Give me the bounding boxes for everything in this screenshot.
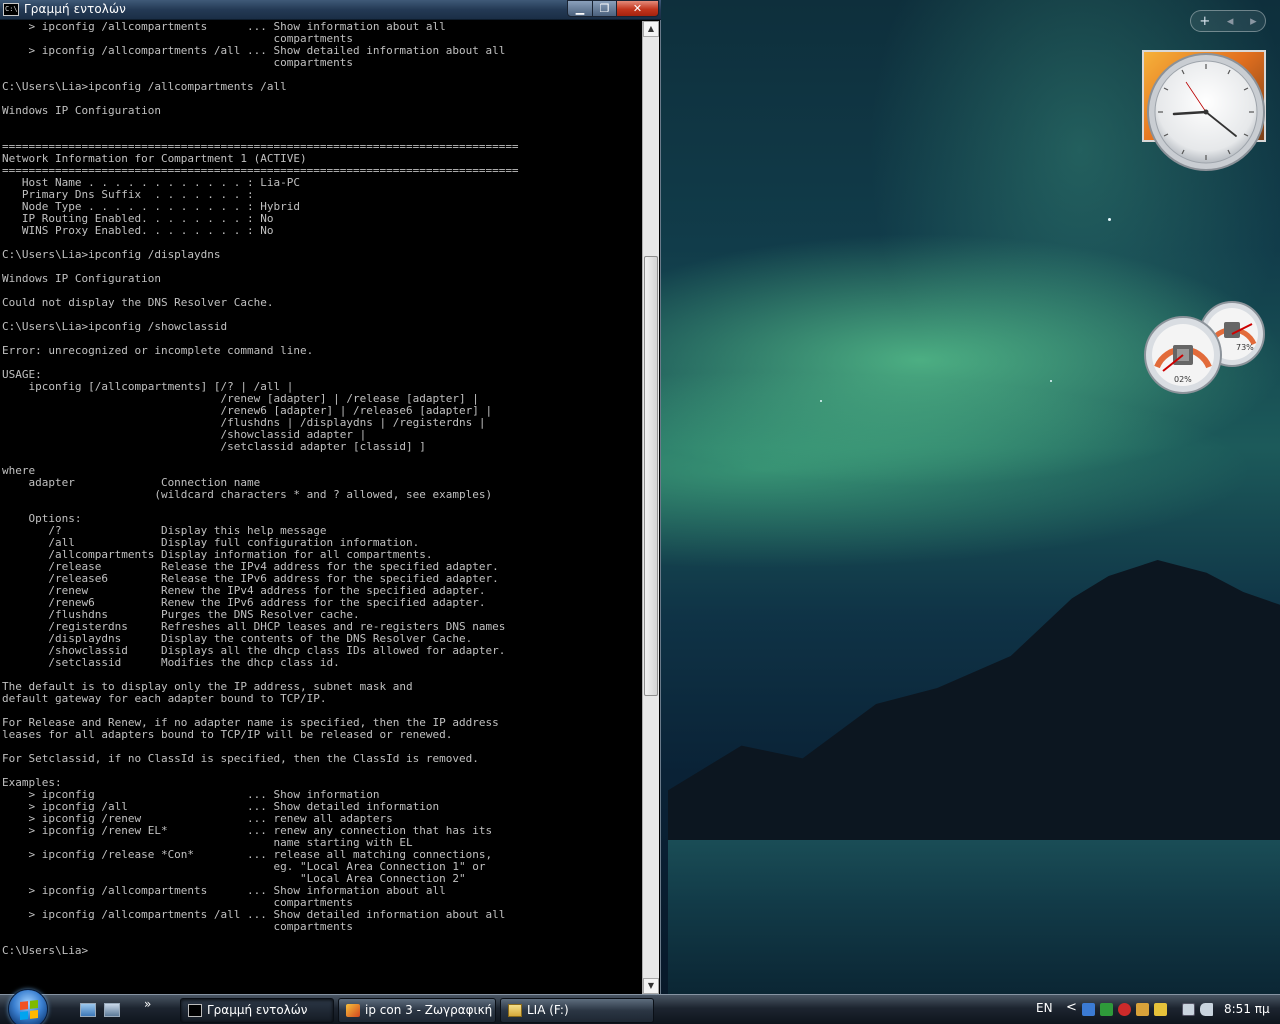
scroll-up-arrow-icon[interactable]: ▲ xyxy=(643,21,659,37)
shield-icon[interactable] xyxy=(1082,1003,1095,1016)
scroll-down-arrow-icon[interactable]: ▼ xyxy=(643,978,659,994)
messenger-icon[interactable] xyxy=(1154,1003,1167,1016)
console-line: compartments xyxy=(2,920,353,933)
start-button[interactable] xyxy=(8,989,48,1024)
windows-logo-icon xyxy=(20,1000,38,1020)
sidebar-add-button[interactable]: + xyxy=(1199,14,1210,29)
console-line: leases for all adapters bound to TCP/IP … xyxy=(2,728,453,741)
network-status-icon[interactable] xyxy=(1100,1003,1113,1016)
maximize-button[interactable]: ❐ xyxy=(592,0,617,17)
sidebar-prev-button[interactable]: ◂ xyxy=(1227,14,1234,29)
sidebar-next-button[interactable]: ▸ xyxy=(1250,14,1257,29)
console-line: compartments xyxy=(2,56,353,69)
cmd-icon xyxy=(188,1004,202,1017)
lake-reflection xyxy=(668,840,1280,994)
console-line: C:\Users\Lia>ipconfig /showclassid xyxy=(2,320,228,333)
taskbar-button-command-prompt[interactable]: Γραμμή εντολών xyxy=(180,998,334,1023)
taskbar-button-drive-f[interactable]: LIA (F:) xyxy=(500,998,654,1023)
console-line: C:\Users\Lia>ipconfig /allcompartments /… xyxy=(2,80,287,93)
taskbar-button-label: Γραμμή εντολών xyxy=(207,1003,308,1017)
taskbar-clock[interactable]: 8:51 πμ xyxy=(1224,1002,1270,1016)
security-alert-icon[interactable] xyxy=(1118,1003,1131,1016)
mountain-silhouette xyxy=(668,560,1280,880)
taskbar-button-paint[interactable]: ip con 3 - Ζωγραφική xyxy=(338,998,496,1023)
console-line: Could not display the DNS Resolver Cache… xyxy=(2,296,274,309)
console-output[interactable]: > ipconfig /allcompartments ... Show inf… xyxy=(2,21,642,994)
taskbar-button-label: LIA (F:) xyxy=(527,1003,569,1017)
console-line: /setclassid adapter [classid] ] xyxy=(2,440,426,453)
folder-icon xyxy=(508,1004,522,1017)
console-line: C:\Users\Lia>ipconfig /displaydns xyxy=(2,248,221,261)
volume-icon[interactable] xyxy=(1200,1003,1213,1016)
minimize-button[interactable]: ▁ xyxy=(567,0,593,17)
network-icon[interactable] xyxy=(1182,1003,1195,1016)
taskbar-button-label: ip con 3 - Ζωγραφική xyxy=(365,1003,493,1017)
console-line: Windows IP Configuration xyxy=(2,272,161,285)
window-titlebar[interactable]: C:\ Γραμμή εντολών ▁ ❐ ✕ xyxy=(0,0,661,20)
console-line: Windows IP Configuration xyxy=(2,104,161,117)
paint-icon xyxy=(346,1004,360,1017)
window-title: Γραμμή εντολών xyxy=(24,2,126,16)
language-indicator[interactable]: EN xyxy=(1036,1001,1053,1015)
cpu-percent: 02% xyxy=(1174,375,1192,384)
console-app-icon[interactable]: C:\ xyxy=(3,3,19,16)
console-line: default gateway for each adapter bound t… xyxy=(2,692,327,705)
quick-launch-more-button[interactable]: » xyxy=(144,997,151,1011)
app-tray-icon[interactable] xyxy=(1136,1003,1149,1016)
star xyxy=(1108,218,1111,221)
vertical-scrollbar[interactable]: ▲ ▼ xyxy=(642,21,659,994)
cpu-meter-gadget[interactable]: 02% xyxy=(1143,315,1223,395)
close-button[interactable]: ✕ xyxy=(616,0,659,17)
console-line: WINS Proxy Enabled. . . . . . . . : No xyxy=(2,224,274,237)
star xyxy=(820,400,822,402)
show-desktop-icon[interactable] xyxy=(80,1003,96,1017)
memory-percent: 73% xyxy=(1236,343,1254,352)
switch-windows-icon[interactable] xyxy=(104,1003,120,1017)
show-hidden-icons-button[interactable]: < xyxy=(1066,1000,1077,1015)
taskbar: » Γραμμή εντολών ip con 3 - Ζωγραφική LI… xyxy=(0,989,1280,1024)
sidebar-controls: + ◂ ▸ xyxy=(1190,10,1266,32)
command-prompt-window[interactable]: C:\ Γραμμή εντολών ▁ ❐ ✕ > ipconfig /all… xyxy=(0,0,661,994)
console-line: For Setclassid, if no ClassId is specifi… xyxy=(2,752,479,765)
console-line: Error: unrecognized or incomplete comman… xyxy=(2,344,314,357)
console-line: (wildcard characters * and ? allowed, se… xyxy=(2,488,493,501)
clock-gadget[interactable] xyxy=(1146,52,1266,172)
scroll-thumb[interactable] xyxy=(644,256,658,696)
console-line: /setclassid Modifies the dhcp class id. xyxy=(2,656,340,669)
console-line: C:\Users\Lia> xyxy=(2,944,89,957)
star xyxy=(1050,380,1052,382)
